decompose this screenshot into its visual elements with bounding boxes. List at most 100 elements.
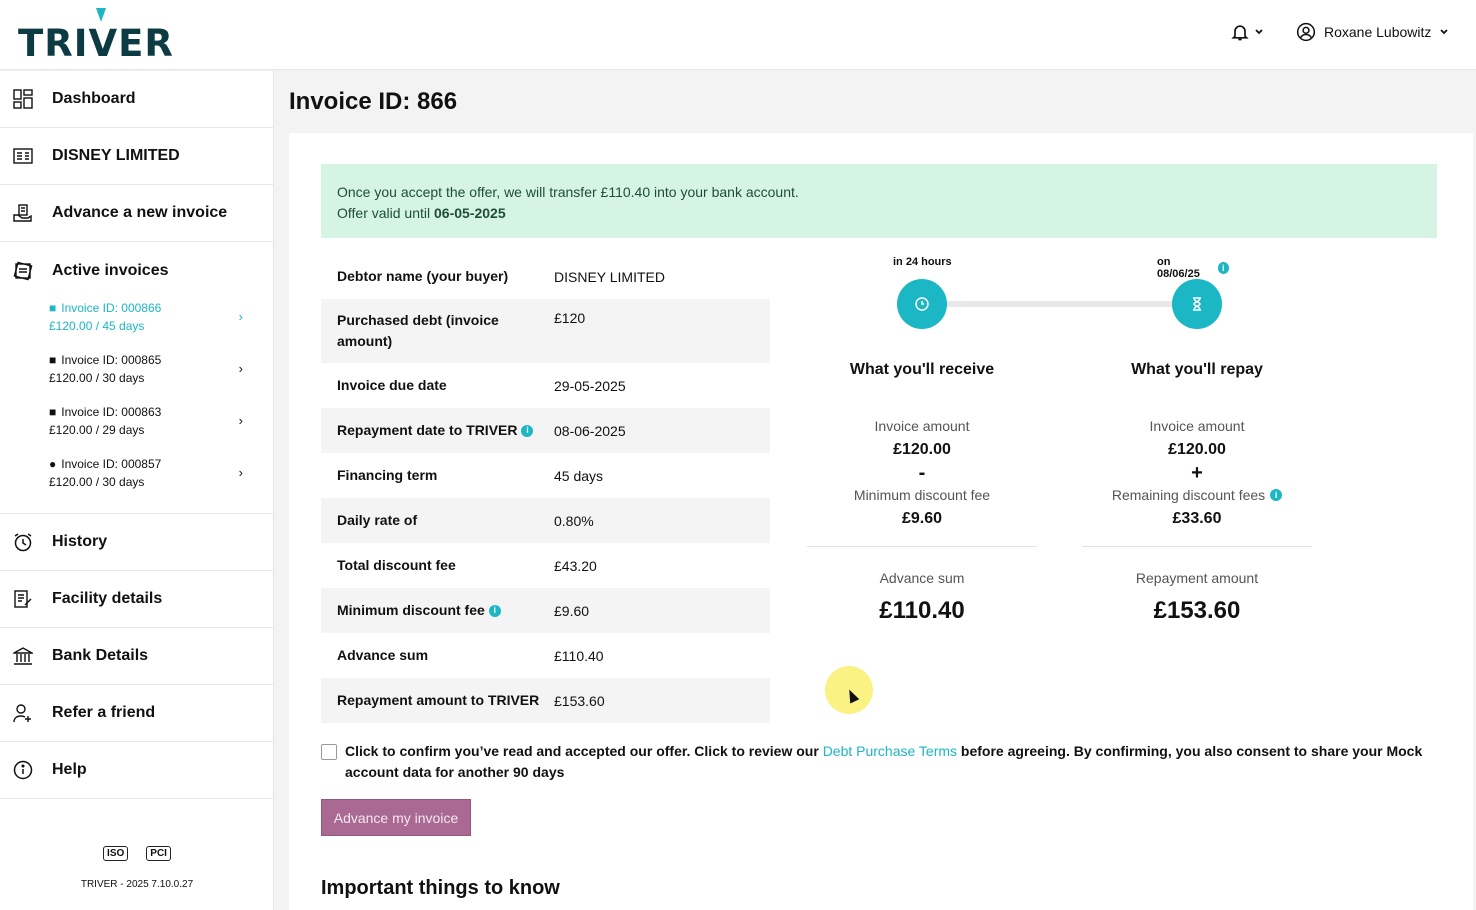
sidebar-item-label: DISNEY LIMITED [52,147,180,164]
active-invoice-item[interactable]: ■ Invoice ID: 000865 £120.00 / 30 days › [0,351,273,403]
active-invoices-header[interactable]: Active invoices [0,242,273,299]
repay-fee-amount: £33.60 [1172,510,1222,527]
detail-row: Debtor name (your buyer) DISNEY LIMITED [321,254,770,299]
timeline-left-label: in 24 hours [893,256,952,268]
banner-validity-label: Offer valid until [337,205,435,221]
info-icon[interactable]: i [521,424,534,437]
user-menu[interactable]: Roxane Lubowitz [1296,20,1449,44]
detail-value: 29-05-2025 [554,377,626,394]
sidebar-item-bank[interactable]: Bank Details [0,628,273,685]
confirm-text: Click to confirm you’ve read and accepte… [345,741,1431,783]
timeline-right-label-wrap: on 08/06/25 i [1157,256,1229,280]
detail-row: Repayment amount to TRIVER £153.60 [321,678,770,723]
receive-invoice-amount: £120.00 [893,441,951,458]
detail-value: 0.80% [554,512,594,529]
sidebar-item-label: Active invoices [52,261,169,279]
repayment-amount-label: Repayment amount [1135,570,1259,586]
banner-line-1: Once you accept the offer, we will trans… [337,184,799,200]
divider [1082,546,1312,547]
advance-sum-amount: £110.40 [879,597,965,624]
sidebar-item-label: Bank Details [52,647,149,664]
repay-fee-label-wrap: Remaining discount fees i [1082,486,1312,504]
active-invoice-item[interactable]: ■ Invoice ID: 000866 £120.00 / 45 days › [0,299,273,351]
facility-icon [13,589,33,609]
info-icon[interactable]: i [1270,489,1283,501]
help-icon [13,760,33,780]
detail-key-text: Daily rate of [337,512,418,528]
debt-purchase-terms-link[interactable]: Debt Purchase Terms [823,743,957,759]
bell-icon [1231,25,1249,41]
detail-key-text: Advance sum [337,647,429,663]
sidebar-item-label: Dashboard [52,90,136,107]
advance-invoice-button[interactable]: Advance my invoice [321,799,471,836]
top-bar: TRIVER Roxane Lubowitz [0,0,1476,70]
sidebar-item-company[interactable]: DISNEY LIMITED [0,128,273,185]
chevron-down-icon [1255,29,1263,35]
chevron-down-icon [1440,29,1449,35]
sidebar-item-active-invoices: Active invoices ■ Invoice ID: 000866 £120… [0,242,273,514]
sidebar-item-label: Facility details [52,590,163,607]
active-invoice-item[interactable]: ■ Invoice ID: 000863 £120.00 / 29 days › [0,403,273,455]
sidebar-item-advance-invoice[interactable]: Advance a new invoice [0,185,273,242]
iso-cert-icon: ISO [103,846,129,861]
detail-key-text: Repayment amount to TRIVER [337,692,540,708]
detail-key: Minimum discount fee i [337,600,554,621]
repay-invoice-label: Invoice amount [1149,418,1245,434]
sidebar-item-help[interactable]: Help [0,742,273,799]
detail-row: Repayment date to TRIVER i 08-06-2025 [321,408,770,453]
car-icon: ● [49,457,57,471]
chevron-right-icon: › [238,309,243,324]
app-version: TRIVER - 2025 7.10.0.27 [80,879,194,890]
info-icon[interactable]: i [488,604,501,617]
repay-summary: What you'll repay Invoice amount £120.00… [1082,361,1312,625]
detail-row: Total discount fee £43.20 [321,543,770,588]
invoice-id: Invoice ID: 000865 [61,353,162,367]
invoice-details-table: Debtor name (your buyer) DISNEY LIMITED Pu… [321,254,770,723]
detail-key: Repayment amount to TRIVER [337,690,554,711]
user-circle-icon [1296,22,1316,42]
bank-icon [13,646,33,666]
notifications-button[interactable] [1230,20,1270,44]
active-invoice-item[interactable]: ● Invoice ID: 000857 £120.00 / 30 days › [0,455,273,507]
detail-key-text: Repayment date to TRIVER [337,422,518,438]
active-invoices-icon [13,261,33,281]
detail-key: Repayment date to TRIVER i [337,420,554,441]
sidebar-item-dashboard[interactable]: Dashboard [0,71,273,128]
clipboard-icon: ■ [49,301,57,315]
advance-sum-label: Advance sum [879,570,965,586]
sidebar-footer: ISO PCI TRIVER - 2025 7.10.0.27 [0,846,274,890]
receive-fee-label: Minimum discount fee [853,487,991,503]
banner-validity-date: 06-05-2025 [434,205,506,221]
receive-title: What you'll receive [849,361,995,378]
sidebar-item-refer[interactable]: Refer a friend [0,685,273,742]
sidebar-item-label: Help [52,761,87,778]
sidebar-item-facility[interactable]: Facility details [0,571,273,628]
repay-fee-label: Remaining discount fees [1111,487,1266,503]
invoice-hand-icon [13,203,33,223]
sidebar-item-label: Advance a new invoice [52,204,228,221]
detail-key-text: Purchased debt (invoice amount) [337,312,499,349]
divider [807,546,1037,547]
dashboard-icon [13,89,33,109]
detail-key-text: Debtor name (your buyer) [337,268,509,284]
detail-row: Minimum discount fee i £9.60 [321,588,770,633]
pci-cert-icon: PCI [146,846,171,861]
clipboard-icon: ■ [49,353,57,367]
sidebar-item-label: History [52,533,108,550]
info-icon[interactable]: i [1217,262,1229,274]
detail-row: Purchased debt (invoice amount) £120 [321,299,770,363]
detail-key: Total discount fee [337,555,554,576]
detail-key: Daily rate of [337,510,554,531]
detail-key-text: Total discount fee [337,557,456,573]
detail-row: Financing term 45 days [321,453,770,498]
payment-timeline: in 24 hours on 08/06/25 i [809,253,1229,343]
repay-invoice-amount: £120.00 [1168,441,1226,458]
accept-offer-checkbox[interactable] [321,744,337,760]
detail-key: Purchased debt (invoice amount) [337,310,554,352]
history-clock-icon [13,532,33,552]
invoice-id: Invoice ID: 000866 [61,301,162,315]
repay-title: What you'll repay [1131,361,1263,378]
clock-icon [897,279,947,329]
sidebar-item-history[interactable]: History [0,514,273,571]
detail-row: Daily rate of 0.80% [321,498,770,543]
